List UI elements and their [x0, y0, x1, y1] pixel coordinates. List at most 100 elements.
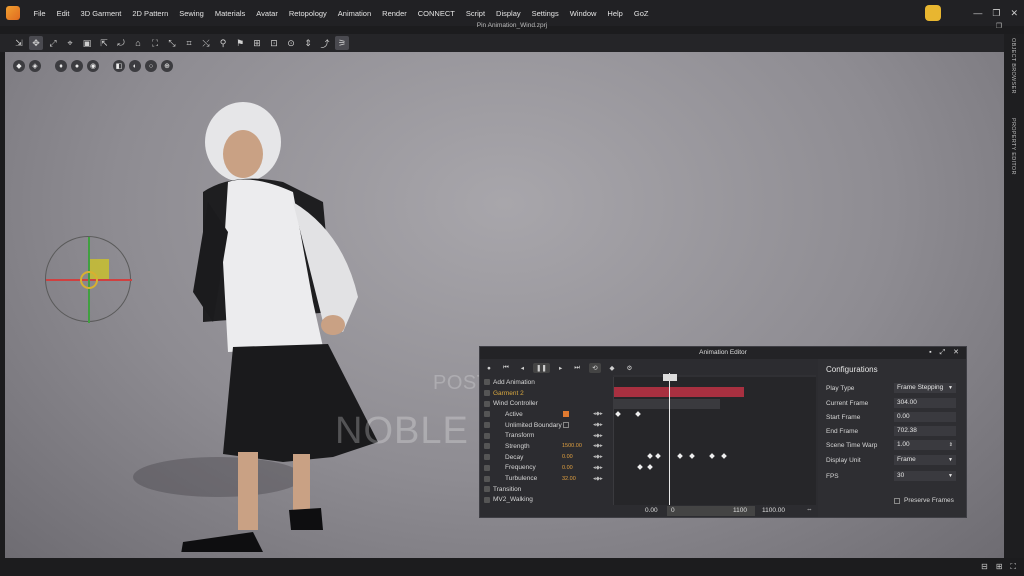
menu-sewing[interactable]: Sewing [174, 9, 210, 18]
track-row[interactable]: Transition [480, 484, 613, 495]
menu-edit[interactable]: Edit [51, 9, 75, 18]
key-icon[interactable]: ◆ [607, 363, 618, 373]
fold-icon[interactable]: ⤾ [114, 36, 128, 50]
track-row[interactable]: Transform ◂◆▸ [480, 430, 613, 441]
display-unit-select[interactable]: Frame ▼ [894, 455, 956, 465]
key-controls[interactable]: ◂◆▸ [593, 454, 603, 460]
expand-icon[interactable]: ⇔ [806, 506, 813, 513]
menu-retopology[interactable]: Retopology [283, 9, 332, 18]
steam-icon[interactable]: ⌂ [131, 36, 145, 50]
light-icon[interactable]: ○ [145, 60, 157, 72]
restore-icon[interactable]: ❐ [996, 22, 1002, 30]
visibility-icon[interactable] [484, 432, 490, 439]
strength-value[interactable]: 1500.00 [562, 443, 582, 449]
keyframe[interactable] [677, 453, 683, 459]
arrangement-icon[interactable]: ⊞ [250, 36, 264, 50]
fabric-view-icon[interactable]: ◈ [29, 60, 41, 72]
key-controls[interactable]: ◂◆▸ [593, 465, 603, 471]
add-animation-row[interactable]: Add Animation [480, 377, 613, 388]
wind-controller-icon[interactable] [80, 271, 98, 289]
keyframe[interactable] [647, 464, 653, 470]
box-select-icon[interactable]: ▣ [80, 36, 94, 50]
wind-clip-bar[interactable] [614, 399, 720, 409]
loop-icon[interactable]: ⟲ [589, 363, 601, 373]
transform-icon[interactable]: ⤢ [46, 36, 60, 50]
start-frame-input[interactable]: 0.00 [894, 412, 956, 422]
preserve-frames-row[interactable]: Preserve Frames [894, 497, 954, 504]
keyframe[interactable] [647, 453, 653, 459]
playhead-handle[interactable] [663, 374, 677, 381]
texture-icon[interactable]: ◧ [113, 60, 125, 72]
unlimited-boundary-checkbox[interactable] [563, 422, 569, 429]
track-row[interactable]: Active ◂◆▸ [480, 409, 613, 420]
visibility-icon[interactable] [484, 422, 490, 429]
track-row[interactable]: Garment 2 [480, 388, 613, 399]
play-type-select[interactable]: Frame Stepping ▼ [894, 383, 956, 393]
record-icon[interactable]: ● [484, 364, 494, 373]
visibility-icon[interactable] [484, 400, 490, 407]
range-end[interactable]: 1100 [733, 507, 747, 514]
tape-icon[interactable]: ⤯ [199, 36, 213, 50]
timeline-start[interactable]: 0.00 [645, 507, 658, 514]
keyframe[interactable] [637, 464, 643, 470]
menu-connect[interactable]: CONNECT [412, 9, 460, 18]
keyframe[interactable] [709, 453, 715, 459]
track-row[interactable]: Unlimited Boundary ◂◆▸ [480, 420, 613, 431]
turbulence-value[interactable]: 32.00 [562, 476, 576, 482]
fullscreen-icon[interactable]: ⛶ [1010, 562, 1016, 572]
frequency-value[interactable]: 0.00 [562, 465, 573, 471]
track-row[interactable]: Decay 0.00 ◂◆▸ [480, 452, 613, 463]
avatar-measure-icon[interactable]: ⚑ [233, 36, 247, 50]
visibility-icon[interactable] [484, 443, 490, 450]
person-icon[interactable]: ◉ [87, 60, 99, 72]
avatar-model[interactable] [173, 82, 393, 552]
menu-window[interactable]: Window [564, 9, 602, 18]
range-start[interactable]: 0 [671, 507, 675, 514]
menu-render[interactable]: Render [377, 9, 413, 18]
visibility-icon[interactable] [484, 411, 490, 418]
object-browser-tab[interactable]: OBJECT BROWSER [1010, 38, 1016, 94]
garment-clip-bar[interactable] [614, 387, 744, 397]
strengthen-icon[interactable]: ⛶ [148, 36, 162, 50]
keyframe[interactable] [615, 411, 621, 417]
garment-icon[interactable]: ♦ [55, 60, 67, 72]
menu-script[interactable]: Script [460, 9, 490, 18]
point-icon[interactable]: ⊡ [267, 36, 281, 50]
menu-file[interactable]: File [28, 9, 51, 18]
visibility-icon[interactable] [484, 464, 490, 471]
go-end-icon[interactable]: ⏭ [571, 363, 583, 373]
settings-icon[interactable]: ⚙ [624, 363, 636, 373]
pin-icon[interactable]: ⌖ [63, 36, 77, 50]
edit-texture-icon[interactable]: ⌗ [182, 36, 196, 50]
property-editor-tab[interactable]: PROPERTY EDITOR [1010, 118, 1016, 175]
key-controls[interactable]: ◂◆▸ [593, 443, 603, 449]
visibility-icon[interactable] [484, 454, 490, 461]
track-row[interactable]: MV2_Walking [480, 495, 613, 506]
track-row[interactable]: Turbulence 32.00 ◂◆▸ [480, 473, 613, 484]
avatar-icon[interactable]: ● [71, 60, 83, 72]
pause-icon[interactable]: ❚❚ [533, 363, 550, 373]
step-forward-icon[interactable]: ▸ [556, 363, 565, 373]
brush-icon[interactable]: ⤴ [318, 36, 332, 50]
keyframe[interactable] [635, 411, 641, 417]
track-row[interactable]: Strength 1500.00 ◂◆▸ [480, 441, 613, 452]
go-start-icon[interactable]: ⏮ [500, 363, 512, 373]
close-icon[interactable]: ✕ [1010, 8, 1018, 19]
preserve-frames-checkbox[interactable] [894, 497, 900, 504]
keyframe[interactable] [721, 453, 727, 459]
keyframe[interactable] [689, 453, 695, 459]
menu-animation[interactable]: Animation [332, 9, 376, 18]
menu-avatar[interactable]: Avatar [251, 9, 284, 18]
layout-icon[interactable]: ⊟ [981, 562, 988, 572]
panel-controls[interactable]: ▪ ⤢ ✕ [929, 347, 962, 359]
select-mesh-icon[interactable]: ⇲ [12, 36, 26, 50]
track-row[interactable]: Frequency 0.00 ◂◆▸ [480, 463, 613, 474]
key-controls[interactable]: ◂◆▸ [593, 422, 603, 428]
timeline-end[interactable]: 1100.00 [762, 507, 785, 514]
connect-icon[interactable] [925, 5, 942, 21]
step-back-icon[interactable]: ◂ [518, 363, 527, 373]
button-icon[interactable]: ⊙ [284, 36, 298, 50]
decay-value[interactable]: 0.00 [562, 454, 573, 460]
maximize-icon[interactable]: ❐ [992, 8, 1000, 19]
menu-display[interactable]: Display [491, 9, 527, 18]
